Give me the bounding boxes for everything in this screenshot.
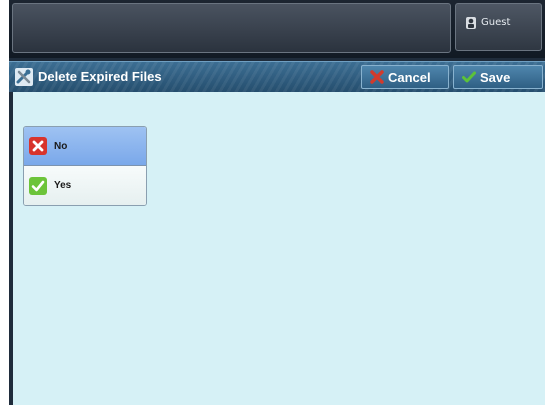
option-list: No Yes bbox=[23, 126, 147, 206]
option-no[interactable]: No bbox=[24, 127, 146, 166]
page-title: Delete Expired Files bbox=[38, 69, 162, 84]
check-mark-icon bbox=[29, 176, 47, 195]
cancel-x-icon bbox=[370, 70, 384, 84]
content-area: No Yes bbox=[13, 92, 545, 405]
option-yes-label: Yes bbox=[54, 180, 72, 191]
option-yes[interactable]: Yes bbox=[24, 166, 146, 205]
top-bar: Guest bbox=[9, 0, 545, 58]
title-bar: Delete Expired Files Cancel Save bbox=[9, 61, 545, 92]
cancel-label: Cancel bbox=[388, 69, 431, 85]
tools-icon bbox=[15, 68, 33, 86]
user-label: Guest bbox=[481, 17, 511, 28]
save-button[interactable]: Save bbox=[453, 65, 543, 89]
option-no-label: No bbox=[54, 140, 68, 152]
x-mark-icon bbox=[29, 137, 47, 155]
device-screen: Guest Delete Expired Files Cancel Save N… bbox=[9, 0, 545, 405]
save-check-icon bbox=[462, 71, 476, 83]
user-button[interactable]: Guest bbox=[455, 3, 542, 51]
cancel-button[interactable]: Cancel bbox=[361, 65, 449, 89]
message-area bbox=[12, 3, 451, 53]
user-lock-icon bbox=[466, 17, 476, 29]
save-label: Save bbox=[480, 69, 511, 85]
